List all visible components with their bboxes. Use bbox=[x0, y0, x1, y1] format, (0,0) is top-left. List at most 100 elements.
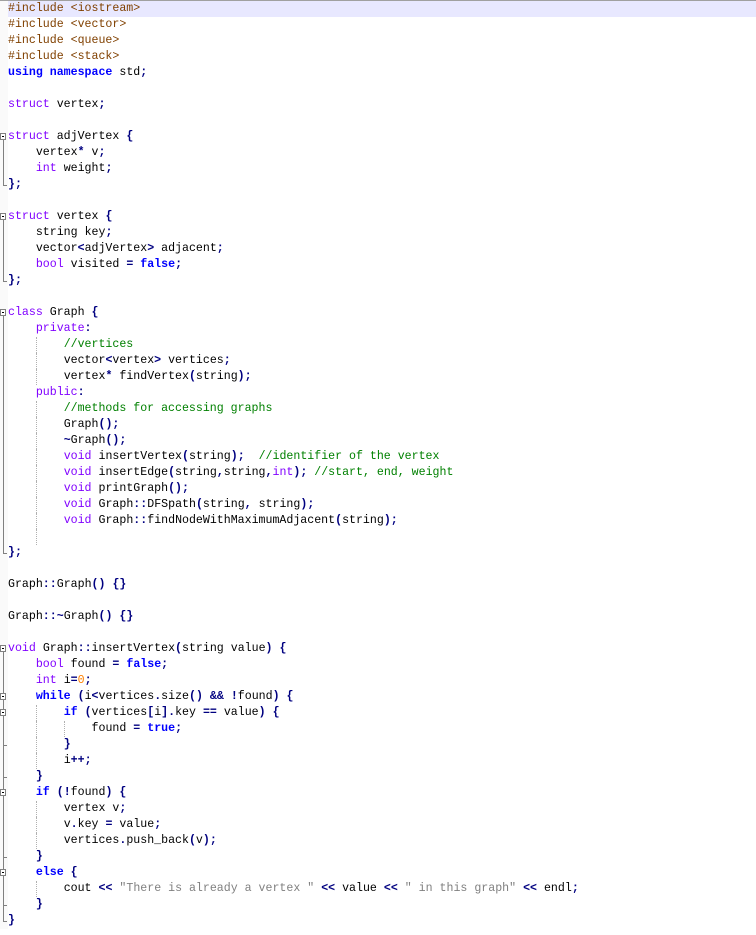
indent-guide bbox=[35, 369, 64, 385]
code-line[interactable]: v.key = value; bbox=[0, 817, 756, 833]
code-line[interactable]: } bbox=[0, 849, 756, 865]
code-line[interactable] bbox=[0, 81, 756, 97]
code-line[interactable]: struct adjVertex { bbox=[0, 129, 756, 145]
code-line[interactable]: } bbox=[0, 897, 756, 913]
code-line[interactable]: vertex* findVertex(string); bbox=[0, 369, 756, 385]
code-line[interactable] bbox=[0, 289, 756, 305]
indent-guide bbox=[35, 801, 64, 817]
indent-guide bbox=[8, 497, 36, 513]
code-token: found bbox=[70, 658, 106, 671]
code-line[interactable]: while (i<vertices.size() && !found) { bbox=[0, 689, 756, 705]
code-line[interactable]: public: bbox=[0, 385, 756, 401]
indent-guide bbox=[35, 449, 64, 465]
code-line[interactable]: cout << "There is already a vertex " << … bbox=[0, 881, 756, 897]
code-token: ; bbox=[175, 258, 183, 271]
code-line[interactable]: vertex v; bbox=[0, 801, 756, 817]
code-line[interactable]: bool visited = false; bbox=[0, 257, 756, 273]
indent-guide bbox=[8, 465, 36, 481]
code-token: value bbox=[230, 642, 266, 655]
code-editor[interactable]: #include <iostream> #include <vector> #inc… bbox=[0, 0, 756, 935]
code-line[interactable]: vertices.push_back(v); bbox=[0, 833, 756, 849]
code-line[interactable]: vector<vertex> vertices; bbox=[0, 353, 756, 369]
code-token: { bbox=[91, 306, 99, 319]
code-line[interactable]: #include <stack> bbox=[0, 49, 756, 65]
code-line[interactable]: using namespace std; bbox=[0, 65, 756, 81]
code-line[interactable] bbox=[0, 529, 756, 545]
code-line[interactable] bbox=[0, 561, 756, 577]
indent-guide bbox=[8, 449, 36, 465]
code-lines[interactable]: #include <iostream> #include <vector> #inc… bbox=[0, 1, 756, 929]
code-token: ) bbox=[265, 642, 273, 655]
code-line[interactable]: }; bbox=[0, 177, 756, 193]
fold-toggle-icon[interactable] bbox=[0, 305, 8, 321]
code-line[interactable]: } bbox=[0, 769, 756, 785]
code-line[interactable]: found = true; bbox=[0, 721, 756, 737]
fold-toggle-icon[interactable] bbox=[0, 785, 8, 801]
code-line[interactable]: int weight; bbox=[0, 161, 756, 177]
fold-toggle-icon[interactable] bbox=[0, 705, 8, 721]
code-line[interactable]: void Graph::insertVertex(string value) { bbox=[0, 641, 756, 657]
code-line[interactable]: vector<adjVertex> adjacent; bbox=[0, 241, 756, 257]
indent-guide bbox=[8, 673, 36, 689]
code-line[interactable]: struct vertex; bbox=[0, 97, 756, 113]
fold-toggle-icon[interactable] bbox=[0, 209, 8, 225]
code-line[interactable]: #include <vector> bbox=[0, 17, 756, 33]
code-token: ; bbox=[161, 658, 169, 671]
fold-margin bbox=[0, 353, 8, 369]
code-line[interactable]: struct vertex { bbox=[0, 209, 756, 225]
indent-guide bbox=[8, 417, 36, 433]
code-token: . bbox=[70, 818, 78, 831]
indent-guide bbox=[8, 321, 36, 337]
code-line[interactable]: string key; bbox=[0, 225, 756, 241]
code-token: vector bbox=[35, 242, 78, 255]
code-line[interactable]: if (vertices[i].key == value) { bbox=[0, 705, 756, 721]
code-token: ) bbox=[175, 482, 183, 495]
fold-margin bbox=[0, 801, 8, 817]
code-line[interactable]: ~Graph(); bbox=[0, 433, 756, 449]
code-line[interactable]: } bbox=[0, 913, 756, 929]
code-line[interactable]: class Graph { bbox=[0, 305, 756, 321]
code-line[interactable]: i++; bbox=[0, 753, 756, 769]
code-token: + bbox=[77, 754, 85, 767]
fold-toggle-icon[interactable] bbox=[0, 641, 8, 657]
code-line[interactable]: #include <queue> bbox=[0, 33, 756, 49]
code-line[interactable]: //vertices bbox=[0, 337, 756, 353]
code-token: v bbox=[63, 818, 71, 831]
code-line[interactable]: void insertEdge(string,string,int); //st… bbox=[0, 465, 756, 481]
code-line[interactable]: } bbox=[0, 737, 756, 753]
fold-margin bbox=[0, 81, 8, 97]
code-line[interactable]: private: bbox=[0, 321, 756, 337]
code-line[interactable]: void printGraph(); bbox=[0, 481, 756, 497]
code-line[interactable]: vertex* v; bbox=[0, 145, 756, 161]
fold-margin bbox=[0, 529, 8, 545]
code-token: string bbox=[258, 498, 301, 511]
code-line[interactable] bbox=[0, 193, 756, 209]
code-line[interactable]: Graph(); bbox=[0, 417, 756, 433]
code-line[interactable]: bool found = false; bbox=[0, 657, 756, 673]
code-token: { bbox=[119, 786, 127, 799]
code-line[interactable]: }; bbox=[0, 545, 756, 561]
code-line[interactable]: int i=0; bbox=[0, 673, 756, 689]
code-line[interactable] bbox=[0, 593, 756, 609]
code-line[interactable]: #include <iostream> bbox=[0, 1, 756, 17]
fold-toggle-icon[interactable] bbox=[0, 129, 8, 145]
code-line[interactable]: //methods for accessing graphs bbox=[0, 401, 756, 417]
code-line[interactable] bbox=[0, 113, 756, 129]
code-line[interactable]: void Graph::findNodeWithMaximumAdjacent(… bbox=[0, 513, 756, 529]
fold-toggle-icon[interactable] bbox=[0, 865, 8, 881]
code-token: ; bbox=[84, 674, 92, 687]
code-line[interactable]: void Graph::DFSpath(string, string); bbox=[0, 497, 756, 513]
code-line[interactable] bbox=[0, 625, 756, 641]
code-line[interactable]: }; bbox=[0, 273, 756, 289]
indent-guide bbox=[8, 225, 36, 241]
code-line[interactable]: if (!found) { bbox=[0, 785, 756, 801]
code-line[interactable]: Graph::Graph() {} bbox=[0, 577, 756, 593]
code-line[interactable]: Graph::~Graph() {} bbox=[0, 609, 756, 625]
code-line[interactable]: void insertVertex(string); //identifier … bbox=[0, 449, 756, 465]
code-line[interactable]: else { bbox=[0, 865, 756, 881]
fold-toggle-icon[interactable] bbox=[0, 689, 8, 705]
